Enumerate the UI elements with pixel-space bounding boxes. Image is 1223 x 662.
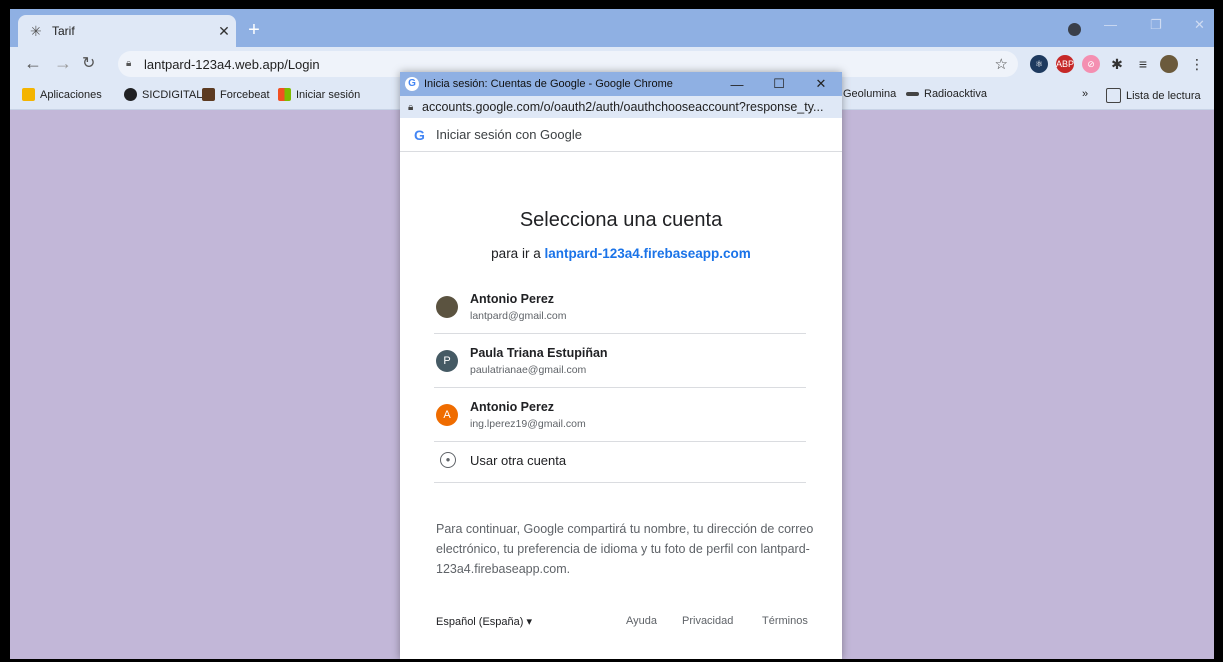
account-name: Antonio Perez xyxy=(470,292,555,306)
privacy-notice: Para continuar, Google compartirá tu nom… xyxy=(436,522,814,576)
page-title: Selecciona una cuenta xyxy=(519,209,723,231)
popup-titlebar: G Inicia sesión: Cuentas de Google - Goo… xyxy=(400,72,842,96)
bookmark-forcebeat[interactable]: Forcebeat xyxy=(202,88,270,101)
minimize-icon[interactable]: — xyxy=(1104,17,1117,32)
bookmark-sicdigital[interactable]: SICDIGITAL xyxy=(124,88,202,101)
account-email: ing.lperez19@gmail.com xyxy=(470,418,586,430)
reading-list-button[interactable]: Lista de lectura xyxy=(1106,88,1201,103)
address-url: lantpard-123a4.web.app/Login xyxy=(144,56,320,72)
avatar xyxy=(436,296,458,318)
account-item[interactable]: P Paula Triana Estupiñan paulatrianae@gm… xyxy=(434,334,806,388)
radio-icon xyxy=(906,92,919,96)
account-name: Paula Triana Estupiñan xyxy=(470,346,608,360)
subtitle: para ir a lantpard-123a4.firebaseapp.com xyxy=(400,246,842,261)
popup-maximize-icon[interactable]: ☐ xyxy=(758,76,800,92)
account-email: lantpard@gmail.com xyxy=(470,310,567,322)
privacy-link[interactable]: Privacidad xyxy=(682,615,733,627)
bookmark-label: Iniciar sesión xyxy=(296,88,361,101)
bookmark-star-icon[interactable]: ☆ xyxy=(995,55,1008,73)
menu-kebab-icon[interactable]: ⋮ xyxy=(1188,55,1206,73)
signin-header: G Iniciar sesión con Google xyxy=(400,118,842,152)
signin-header-text: Iniciar sesión con Google xyxy=(436,127,582,142)
popup-url: accounts.google.com/o/oauth2/auth/oauthc… xyxy=(422,100,824,114)
reload-icon[interactable]: ↻ xyxy=(82,53,95,73)
google-g-icon: G xyxy=(414,126,425,143)
extensions-puzzle-icon[interactable]: ✱ xyxy=(1108,55,1126,73)
terms-link[interactable]: Términos xyxy=(762,615,808,627)
globe-icon xyxy=(124,88,137,101)
lock-icon: 🔒︎ xyxy=(126,58,132,69)
new-tab-button[interactable]: + xyxy=(242,19,266,42)
restore-icon[interactable]: ❐ xyxy=(1150,17,1162,33)
bookmark-label: Aplicaciones xyxy=(40,88,102,101)
account-item[interactable]: Antonio Perez lantpard@gmail.com xyxy=(434,280,806,334)
bookmark-label: Forcebeat xyxy=(220,88,270,101)
forcebeat-icon xyxy=(202,88,215,101)
reading-list-icon xyxy=(1106,88,1121,103)
avatar: A xyxy=(436,404,458,426)
profile-avatar[interactable] xyxy=(1160,55,1178,73)
subtitle-prefix: para ir a xyxy=(491,246,541,261)
extension-icon[interactable]: ⊘ xyxy=(1082,55,1100,73)
popup-window-title: Inicia sesión: Cuentas de Google - Googl… xyxy=(424,78,673,90)
language-label: Español (España) xyxy=(436,616,524,628)
lock-icon: 🔒︎ xyxy=(408,101,414,113)
tab-tarif[interactable]: ✳ Tarif ✕ xyxy=(18,15,236,47)
apps-grid-icon xyxy=(22,88,35,101)
microsoft-icon xyxy=(278,88,291,101)
use-another-account-label: Usar otra cuenta xyxy=(470,453,567,468)
browser-window: ✳ Tarif ✕ + — ❐ ✕ ← → ↻ 🔒︎ lantpard-123a… xyxy=(10,9,1214,659)
tab-favicon-icon: ✳ xyxy=(30,22,42,39)
account-circle-icon: ● xyxy=(440,452,456,468)
account-name: Antonio Perez xyxy=(470,400,555,414)
forward-icon[interactable]: → xyxy=(54,53,72,74)
popup-minimize-icon[interactable]: — xyxy=(716,77,758,92)
bookmark-label: Radioacktiva xyxy=(924,88,987,100)
popup-close-icon[interactable]: ✕ xyxy=(800,76,842,92)
tab-strip: ✳ Tarif ✕ + — ❐ ✕ xyxy=(10,9,1214,47)
bookmark-geolumina[interactable]: Geolumina xyxy=(843,88,896,100)
account-email: paulatrianae@gmail.com xyxy=(470,364,587,376)
reading-list-label: Lista de lectura xyxy=(1126,89,1201,102)
media-control-icon[interactable]: ≡ xyxy=(1134,55,1152,73)
close-tab-icon[interactable]: ✕ xyxy=(212,23,236,40)
bookmark-label: SICDIGITAL xyxy=(142,88,203,101)
adblock-icon[interactable]: ABP xyxy=(1056,55,1074,73)
bookmark-apps[interactable]: Aplicaciones xyxy=(22,88,102,101)
more-bookmarks-button[interactable]: » xyxy=(1082,88,1088,100)
profile-indicator-icon[interactable] xyxy=(1068,23,1081,36)
bookmark-iniciar-sesion[interactable]: Iniciar sesión xyxy=(278,88,360,101)
google-icon: G xyxy=(405,77,419,91)
google-signin-popup: G Inicia sesión: Cuentas de Google - Goo… xyxy=(400,72,842,659)
help-link[interactable]: Ayuda xyxy=(626,615,657,627)
use-another-account-button[interactable]: ● Usar otra cuenta xyxy=(434,442,806,483)
language-selector[interactable]: Español (España) ▾ xyxy=(436,615,532,628)
tab-title: Tarif xyxy=(52,24,75,38)
back-icon[interactable]: ← xyxy=(24,53,42,74)
close-window-icon[interactable]: ✕ xyxy=(1194,17,1205,33)
chevron-down-icon: ▾ xyxy=(526,616,533,628)
popup-address-bar: 🔒︎ accounts.google.com/o/oauth2/auth/oau… xyxy=(400,96,842,118)
app-domain-link[interactable]: lantpard-123a4.firebaseapp.com xyxy=(544,246,750,261)
bookmark-radioacktiva[interactable]: Radioacktiva xyxy=(906,88,987,100)
bookmark-label: Geolumina xyxy=(843,88,897,100)
react-devtools-icon[interactable]: ⚛ xyxy=(1030,55,1048,73)
avatar: P xyxy=(436,350,458,372)
account-item[interactable]: A Antonio Perez ing.lperez19@gmail.com xyxy=(434,388,806,442)
